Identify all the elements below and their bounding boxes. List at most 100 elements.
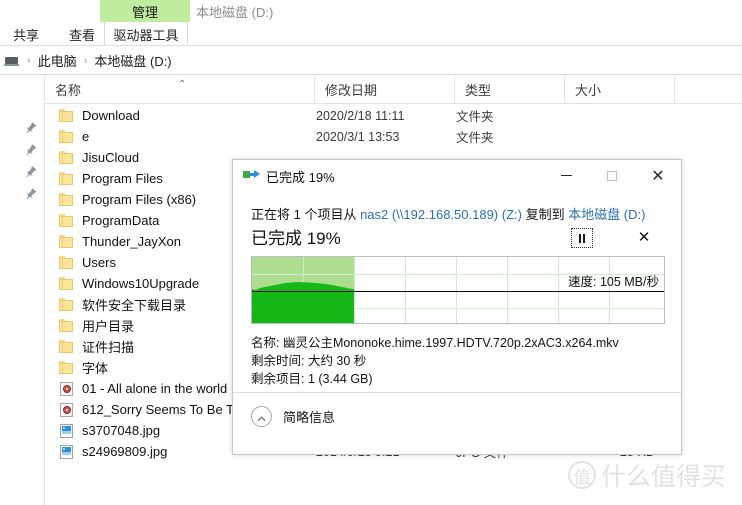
table-row[interactable]: e 2020/3/1 13:53 文件夹: [45, 126, 742, 147]
breadcrumb[interactable]: › 此电脑 › 本地磁盘 (D:): [0, 46, 172, 75]
file-name-label: Program Files (x86): [82, 192, 197, 207]
file-type-cell: 文件夹: [456, 110, 494, 124]
breadcrumb-separator-1: ›: [83, 54, 88, 67]
file-name-cell[interactable]: Download: [59, 105, 140, 126]
folder-icon: [59, 108, 74, 123]
window-title-text: 本地磁盘 (D:): [196, 4, 274, 20]
cancel-button[interactable]: ✕: [633, 226, 655, 248]
folder-icon: [59, 255, 74, 270]
file-name-label: e: [82, 129, 90, 144]
column-header-size-label: 大小: [575, 83, 602, 98]
window-title: 本地磁盘 (D:): [196, 1, 273, 21]
maximize-button[interactable]: [589, 160, 635, 191]
folder-icon: [59, 213, 74, 228]
file-name-cell[interactable]: s24969809.jpg: [59, 441, 167, 462]
folder-icon: [59, 276, 74, 291]
watermark-badge: 值: [568, 461, 596, 489]
copy-progress-dialog[interactable]: 已完成 19% ✕ 正在将 1 个项目从 nas2 (\\192.168.50.…: [232, 159, 682, 455]
file-name-cell[interactable]: 612_Sorry Seems To Be Th: [59, 399, 241, 420]
file-name-cell[interactable]: e: [59, 126, 89, 147]
chevron-up-icon: [251, 405, 272, 427]
file-name-label: 字体: [82, 361, 109, 376]
file-type-cell: 文件夹: [456, 131, 494, 145]
tab-drive-tools-label: 驱动器工具: [113, 27, 179, 43]
file-name-cell[interactable]: 01 - All alone in the world: [59, 378, 227, 399]
file-name-cell[interactable]: Program Files (x86): [59, 189, 196, 210]
dialog-title-bar[interactable]: 已完成 19% ✕: [233, 160, 681, 192]
pin-icon[interactable]: [24, 144, 37, 157]
pause-button[interactable]: [571, 228, 593, 248]
breadcrumb-item-this-pc[interactable]: 此电脑: [38, 51, 77, 70]
detail-file-name: 名称: 幽灵公主Mononoke.hime.1997.HDTV.720p.2xA…: [251, 336, 619, 350]
column-header-size[interactable]: 大小: [565, 76, 675, 103]
watermark: 值 什么值得买: [568, 455, 733, 495]
file-name-cell[interactable]: 软件安全下载目录: [59, 294, 186, 315]
less-details-label: 简略信息: [283, 409, 336, 425]
file-name-label: ProgramData: [82, 213, 160, 228]
file-name-cell[interactable]: Thunder_JayXon: [59, 231, 181, 252]
file-name-label: Thunder_JayXon: [82, 234, 182, 249]
column-header-type[interactable]: 类型: [455, 76, 565, 103]
folder-icon: [59, 129, 74, 144]
tab-share[interactable]: 共享: [4, 22, 48, 46]
file-name-cell[interactable]: Windows10Upgrade: [59, 273, 199, 294]
folder-icon: [59, 171, 74, 186]
ribbon-tab-row: 共享 查看 驱动器工具: [0, 22, 742, 46]
column-header-date[interactable]: 修改日期: [315, 76, 455, 103]
file-date-cell: 2020/3/1 13:53: [316, 129, 400, 144]
file-name-cell[interactable]: Users: [59, 252, 116, 273]
file-size-cell: [566, 126, 654, 147]
minimize-button[interactable]: [543, 160, 589, 191]
column-header-date-label: 修改日期: [325, 83, 378, 98]
file-name-label: s24969809.jpg: [82, 444, 168, 459]
address-bar[interactable]: › 此电脑 › 本地磁盘 (D:): [0, 46, 742, 75]
contextual-tab-manage[interactable]: 管理: [100, 0, 190, 22]
pin-icon[interactable]: [24, 188, 37, 201]
folder-icon: [59, 318, 74, 333]
tab-drive-tools[interactable]: 驱动器工具: [104, 22, 188, 46]
tab-view[interactable]: 查看: [60, 22, 104, 46]
file-name-cell[interactable]: JisuCloud: [59, 147, 139, 168]
file-name-cell[interactable]: 用户目录: [59, 315, 134, 336]
file-name-label: 软件安全下载目录: [82, 298, 187, 313]
column-header-type-label: 类型: [465, 83, 492, 98]
pin-icon[interactable]: [24, 122, 37, 135]
file-name-cell[interactable]: 字体: [59, 357, 108, 378]
file-name-cell[interactable]: Program Files: [59, 168, 163, 189]
graph-average-line: [252, 291, 664, 292]
folder-icon: [59, 234, 74, 249]
file-name-cell[interactable]: 证件扫描: [59, 336, 134, 357]
file-name-label: Download: [82, 108, 140, 123]
copy-description: 正在将 1 个项目从 nas2 (\\192.168.50.189) (Z:) …: [251, 204, 645, 223]
folder-icon: [59, 339, 74, 354]
column-header-spacer: [675, 76, 742, 103]
breadcrumb-item-local-disk-d[interactable]: 本地磁盘 (D:): [94, 51, 171, 70]
copy-destination-link[interactable]: 本地磁盘 (D:): [568, 207, 645, 222]
speed-label: 速度: 105 MB/秒: [568, 275, 659, 289]
column-header-name-label: 名称: [55, 83, 82, 98]
close-button[interactable]: ✕: [635, 160, 681, 191]
copy-description-prefix: 正在将 1 个项目从: [251, 207, 361, 222]
copy-percent-text: 已完成 19%: [251, 229, 341, 248]
sort-ascending-caret: ⌃: [178, 79, 187, 90]
file-name-label: 612_Sorry Seems To Be Th: [82, 402, 242, 417]
folder-icon: [59, 360, 74, 375]
pin-icon[interactable]: [24, 166, 37, 179]
watermark-text: 什么值得买: [601, 463, 727, 491]
file-name-cell[interactable]: s3707048.jpg: [59, 420, 160, 441]
image-file-icon: [59, 423, 74, 438]
detail-items-remaining: 剩余项目: 1 (3.44 GB): [251, 372, 373, 386]
less-details-expander[interactable]: 简略信息: [251, 404, 335, 428]
quick-access-pin-column: [0, 104, 44, 504]
file-name-label: Windows10Upgrade: [82, 276, 200, 291]
table-row[interactable]: Download 2020/2/18 11:11 文件夹: [45, 105, 742, 126]
file-name-label: 01 - All alone in the world: [82, 381, 228, 396]
folder-icon: [59, 192, 74, 207]
file-name-label: Users: [82, 255, 116, 270]
file-name-label: JisuCloud: [82, 150, 140, 165]
file-name-label: Program Files: [82, 171, 163, 186]
image-file-icon: [59, 444, 74, 459]
copy-source-link[interactable]: nas2 (\\192.168.50.189) (Z:): [360, 207, 522, 222]
dialog-footer-divider: [233, 392, 681, 393]
file-name-cell[interactable]: ProgramData: [59, 210, 159, 231]
